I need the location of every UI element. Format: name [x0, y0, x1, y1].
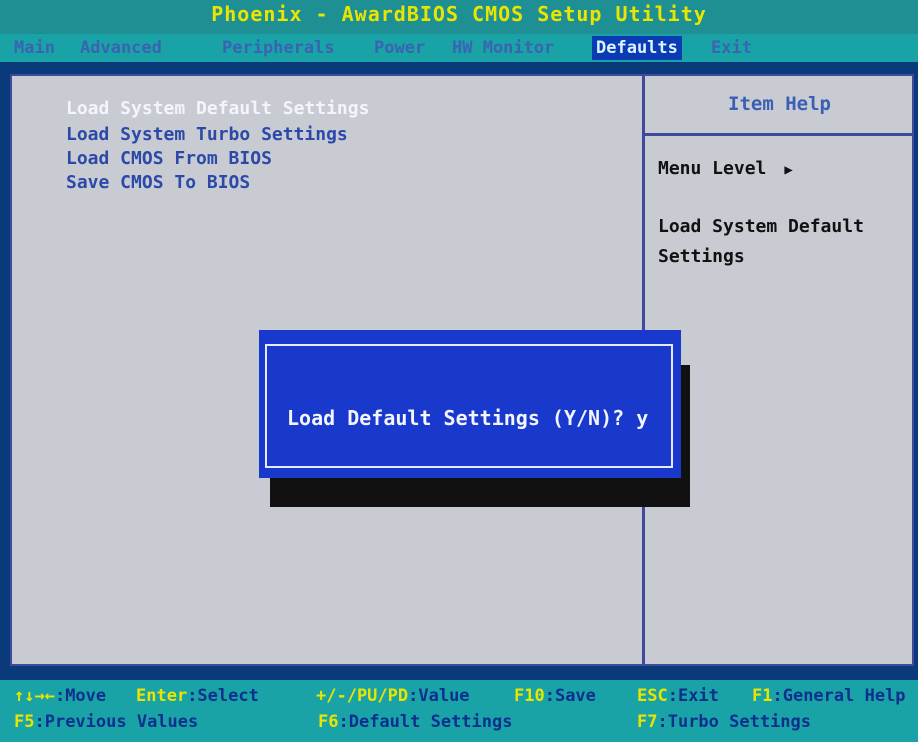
menu-defaults[interactable]: Defaults — [592, 36, 682, 60]
menu-bar: Main Advanced Peripherals Power HW Monit… — [0, 34, 918, 62]
option-load-system-turbo[interactable]: Load System Turbo Settings — [66, 124, 348, 145]
footer-select: Enter:Select — [136, 686, 259, 706]
option-save-cmos-to-bios[interactable]: Save CMOS To BIOS — [66, 172, 250, 193]
key-help-bar: ↑↓→←:Move Enter:Select +/-/PU/PD:Value F… — [0, 680, 918, 742]
arrow-right-icon: ▶ — [784, 162, 793, 178]
bios-screen: Phoenix - AwardBIOS CMOS Setup Utility M… — [0, 0, 918, 742]
menu-level-label: Menu Level — [658, 158, 767, 179]
menu-peripherals[interactable]: Peripherals — [218, 36, 339, 60]
footer-previous-values: F5:Previous Values — [14, 712, 199, 732]
option-load-system-default[interactable]: Load System Default Settings — [66, 98, 369, 119]
menu-advanced[interactable]: Advanced — [76, 36, 166, 60]
footer-save: F10:Save — [514, 686, 596, 706]
menu-hw-monitor[interactable]: HW Monitor — [448, 36, 558, 60]
menu-power[interactable]: Power — [370, 36, 429, 60]
footer-exit: ESC:Exit — [637, 686, 719, 706]
dialog-frame: Load Default Settings (Y/N)? y — [265, 344, 673, 468]
help-description: Load System Default Settings — [658, 216, 864, 267]
menu-level: Menu Level ▶ — [658, 158, 793, 179]
footer-turbo-settings: F7:Turbo Settings — [637, 712, 812, 732]
bios-title: Phoenix - AwardBIOS CMOS Setup Utility — [0, 0, 918, 34]
dialog-message[interactable]: Load Default Settings (Y/N)? y — [287, 406, 648, 430]
footer-move: ↑↓→←:Move — [14, 686, 107, 706]
footer-value: +/-/PU/PD:Value — [316, 686, 470, 706]
option-load-cmos-from-bios[interactable]: Load CMOS From BIOS — [66, 148, 272, 169]
item-help-title: Item Help — [645, 76, 914, 136]
footer-default-settings: F6:Default Settings — [318, 712, 513, 732]
menu-exit[interactable]: Exit — [707, 36, 756, 60]
footer-general-help: F1:General Help — [752, 686, 906, 706]
confirm-dialog: Load Default Settings (Y/N)? y — [259, 330, 681, 478]
menu-main[interactable]: Main — [10, 36, 59, 60]
